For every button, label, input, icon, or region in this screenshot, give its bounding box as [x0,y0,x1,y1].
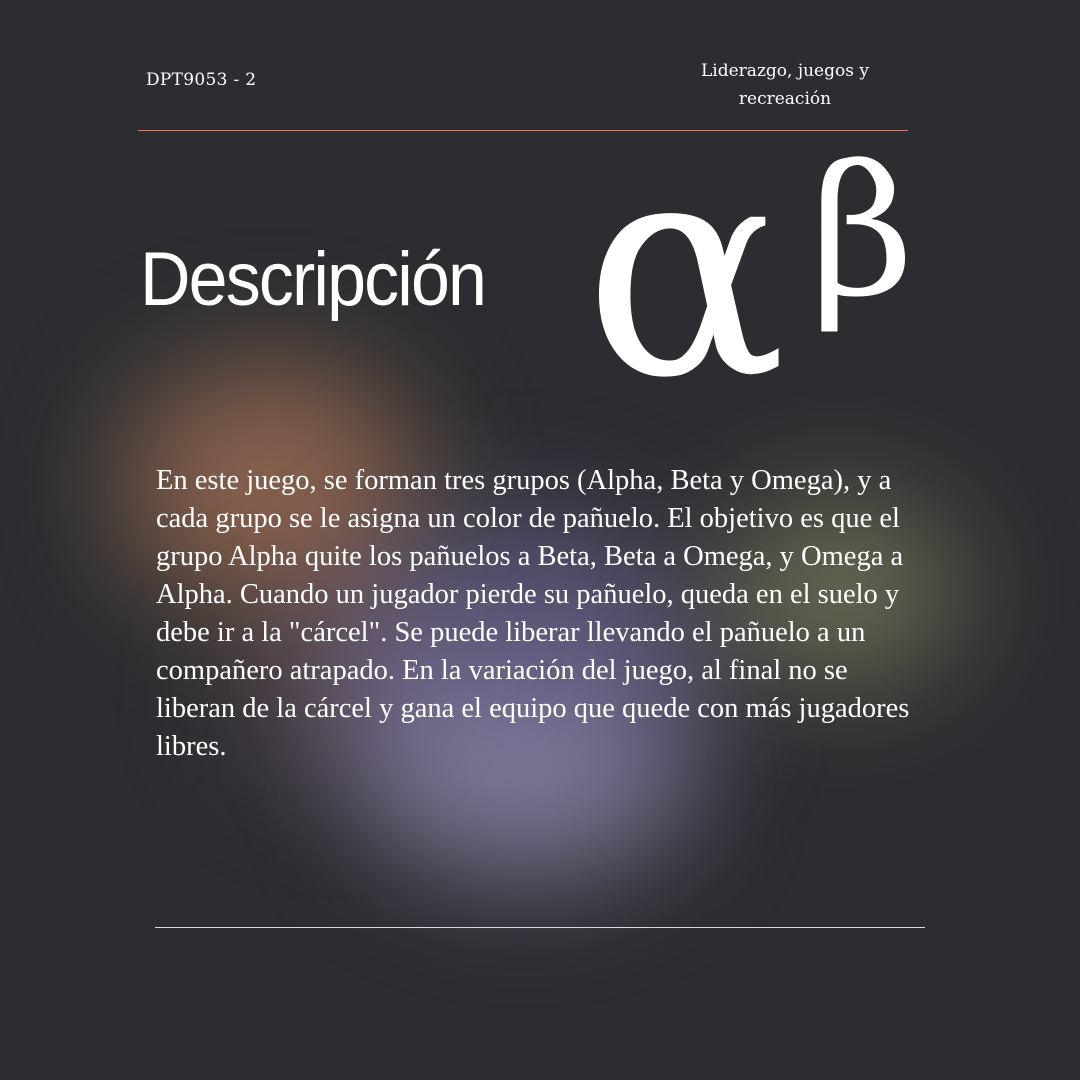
top-divider [138,130,908,131]
course-code: DPT9053 - 2 [146,70,257,90]
page-title: Descripción [140,237,487,322]
alpha-symbol: α [584,95,787,444]
description-paragraph: En este juego, se forman tres grupos (Al… [156,465,910,762]
beta-symbol: β [810,128,915,337]
bottom-divider [155,927,925,928]
slide: DPT9053 - 2 Liderazgo, juegos y recreaci… [0,0,1080,1080]
